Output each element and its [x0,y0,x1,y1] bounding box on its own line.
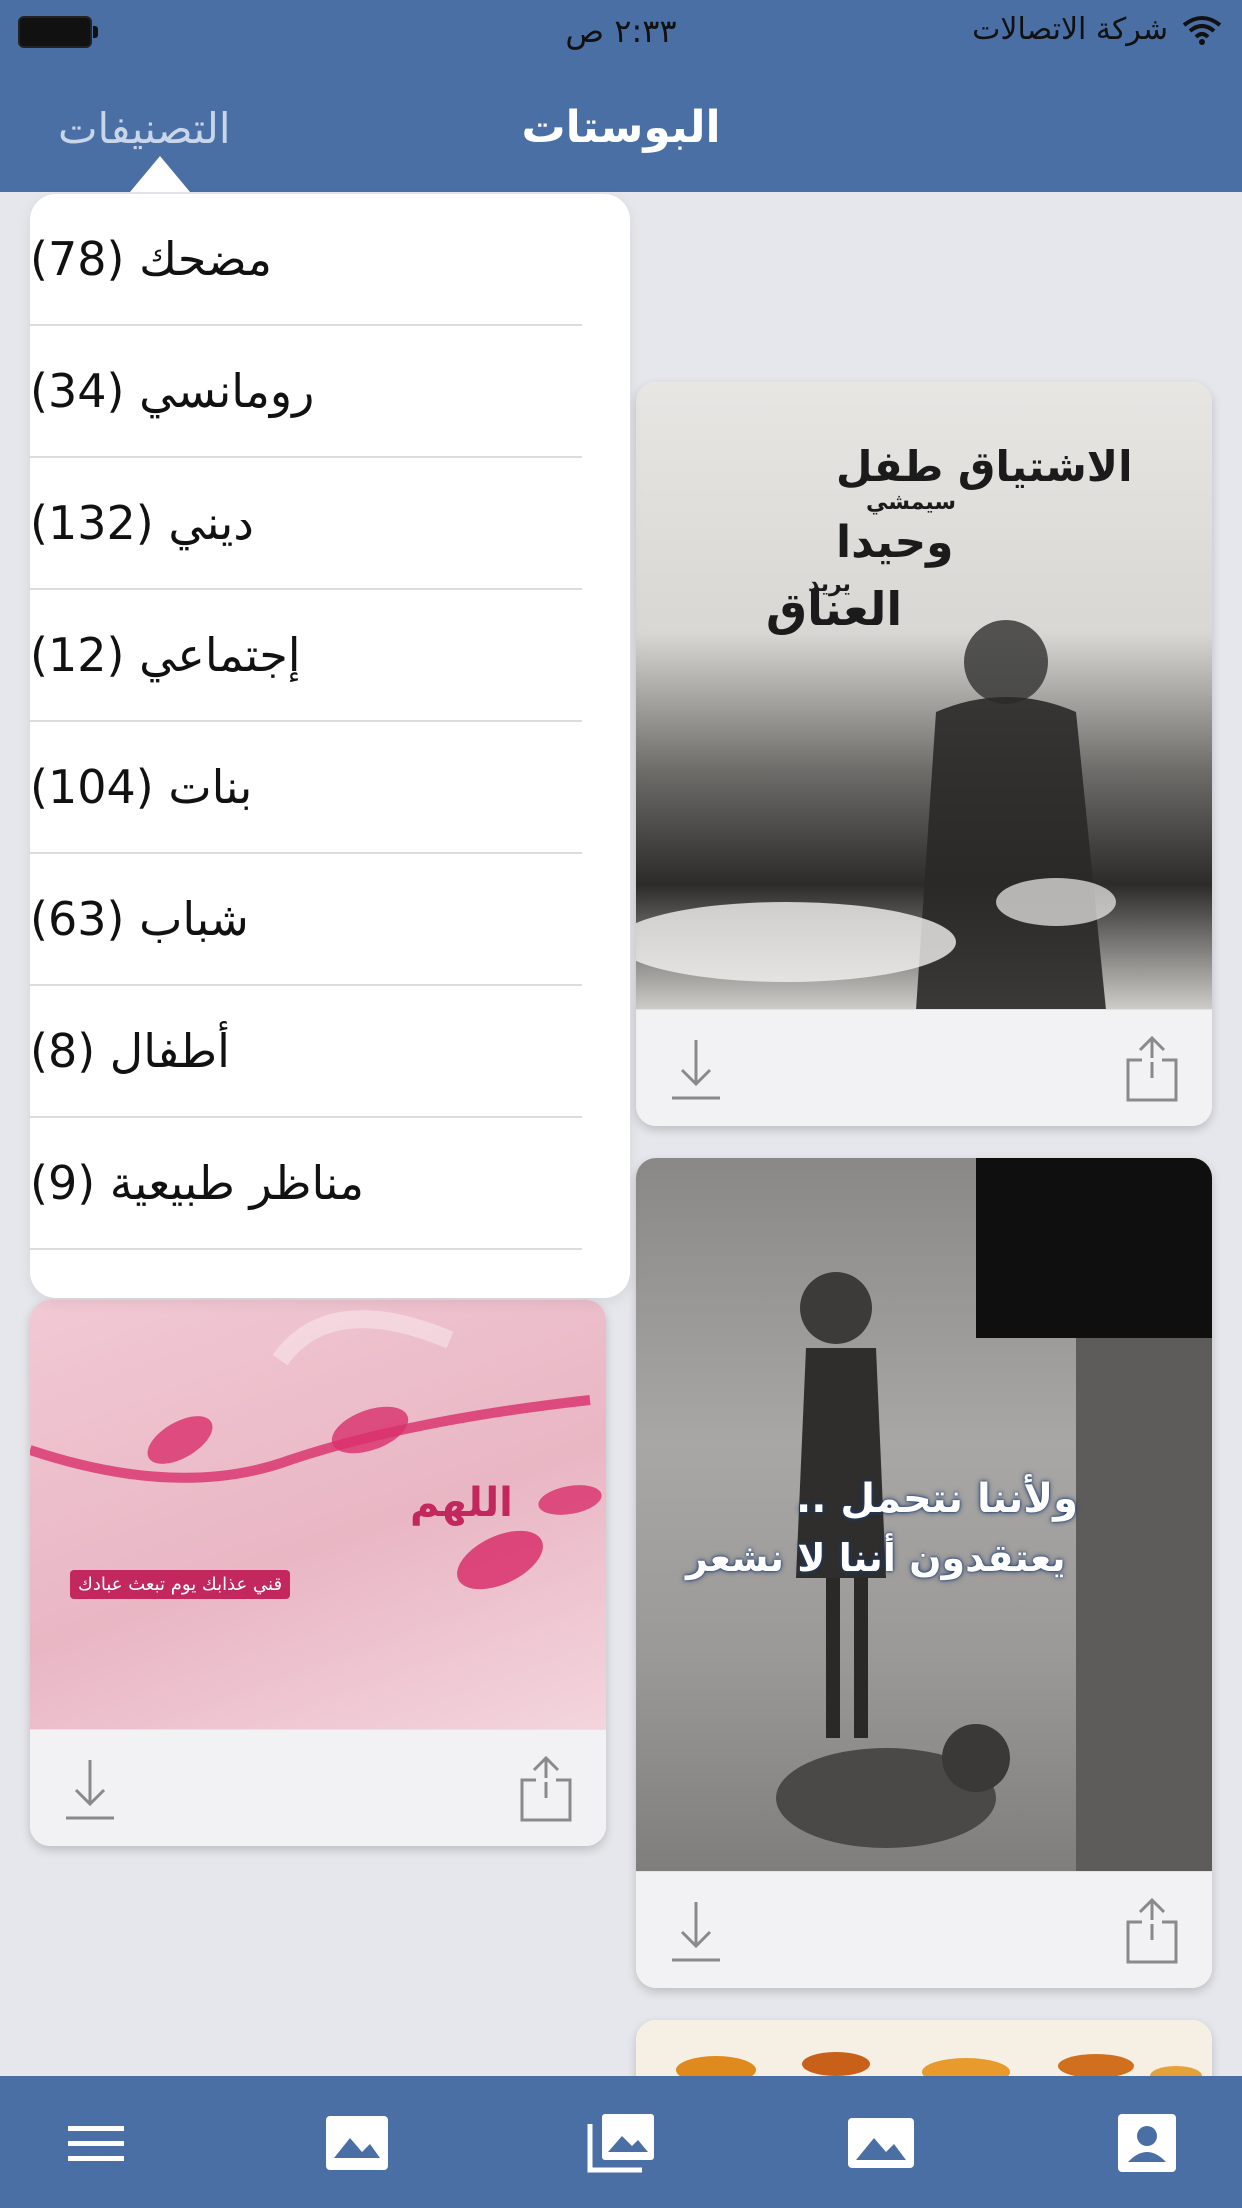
post-text-line: قني عذابك يوم تبعث عبادك [70,1570,291,1599]
category-item[interactable]: ديني (132) [30,458,582,590]
post-card-longing[interactable]: الاشتياق طفل سيمشي وحيدا يريد العناق [636,382,1212,1126]
post-text-line: ولأننا نتحمل .. [796,1476,1078,1522]
post-image[interactable]: ولأننا نتحمل .. يعتقدون أننا لا نشعر [636,1158,1212,1872]
carrier-name: شركة الاتصالات [972,12,1168,47]
share-icon[interactable] [516,1754,576,1824]
gallery-icon[interactable] [586,2112,656,2174]
status-bar: ٢:٣٣ ص شركة الاتصالات [0,0,1242,62]
download-icon[interactable] [666,1896,726,1966]
popover-arrow [130,156,190,192]
menu-icon[interactable] [62,2112,132,2174]
post-text-line: سيمشي [866,490,957,515]
card-actions [30,1729,606,1846]
download-icon[interactable] [666,1034,726,1104]
post-text-line: يعتقدون أننا لا نشعر [686,1536,1066,1580]
category-item[interactable]: مضحك (78) [30,194,582,326]
carrier-area: شركة الاتصالات [972,12,1222,47]
category-item[interactable]: أطفال (8) [30,986,582,1118]
profile-icon[interactable] [1112,2112,1182,2174]
tab-bar [0,2076,1242,2208]
category-item[interactable]: رومانسي (34) [30,326,582,458]
post-text-line: اللهم [410,1480,513,1526]
share-icon[interactable] [1122,1896,1182,1966]
post-image[interactable]: الاشتياق طفل سيمشي وحيدا يريد العناق [636,382,1212,1010]
category-item[interactable]: شباب (63) [30,854,582,986]
category-item[interactable]: بنات (104) [30,722,582,854]
post-image[interactable]: اللهم قني عذابك يوم تبعث عبادك [30,1300,606,1730]
download-icon[interactable] [60,1754,120,1824]
category-item[interactable]: إجتماعي (12) [30,590,582,722]
photo-icon[interactable] [846,2112,916,2174]
wifi-icon [1182,15,1222,45]
post-card-dua[interactable]: اللهم قني عذابك يوم تبعث عبادك [30,1300,606,1846]
card-actions [636,1871,1212,1988]
image-icon[interactable] [322,2112,392,2174]
category-item[interactable]: مناظر طبيعية (9) [30,1118,582,1250]
post-text-line: وحيدا [836,517,954,568]
post-text-line: العناق [766,582,903,636]
page-title: البوستات [521,102,721,153]
card-actions [636,1009,1212,1126]
post-text-line: الاشتياق طفل [836,442,1133,491]
post-card-children[interactable]: ولأننا نتحمل .. يعتقدون أننا لا نشعر [636,1158,1212,1988]
categories-popover: مضحك (78) رومانسي (34) ديني (132) إجتماع… [30,194,630,1298]
share-icon[interactable] [1122,1034,1182,1104]
floral-decoration [30,1310,602,1590]
